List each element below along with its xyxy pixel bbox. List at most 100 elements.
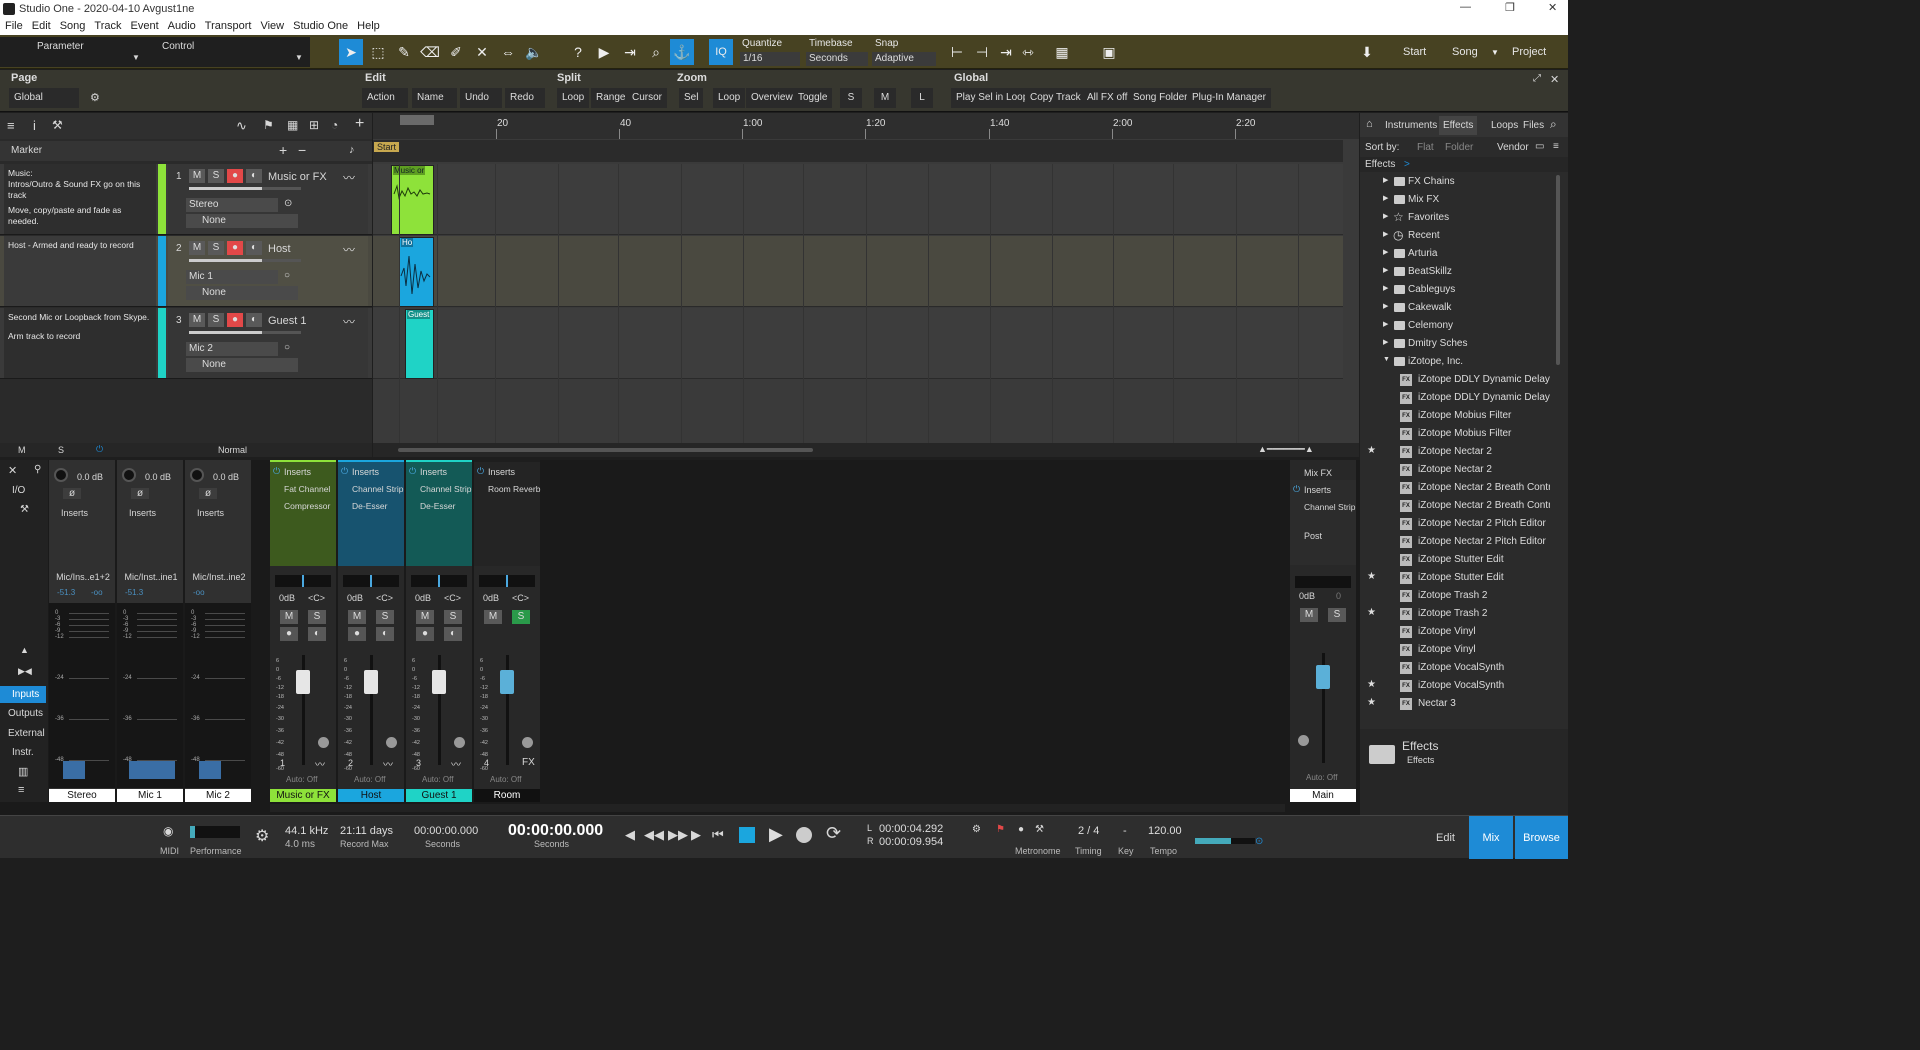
solo-button[interactable]: S [512, 610, 530, 624]
track-volume-bar[interactable] [189, 187, 301, 190]
global-solo-button[interactable]: S [58, 445, 64, 455]
sidebar-inputs[interactable]: Inputs [0, 686, 46, 703]
pin-mixer-icon[interactable]: ⚲ [34, 464, 41, 475]
io-button[interactable]: I/O [12, 485, 25, 496]
solo-button[interactable]: S [208, 169, 224, 183]
browser-item[interactable]: FX iZotope Mobius Filter [1360, 425, 1550, 443]
insert-slot-1[interactable]: Room Reverb [488, 484, 540, 494]
waveform-icon[interactable]: 〰 [343, 313, 355, 330]
lane[interactable] [373, 380, 1343, 443]
zoom-sel-button[interactable]: Sel [679, 88, 704, 108]
mute-button[interactable]: M [348, 610, 366, 624]
horizontal-scrollbar[interactable] [398, 448, 813, 452]
close-mixer-icon[interactable]: ✕ [8, 464, 17, 477]
track-input-dropdown[interactable]: Stereo [186, 198, 278, 212]
list-icon[interactable]: ≡ [1553, 141, 1559, 152]
arrange-view[interactable]: 20 40 1:00 1:20 1:40 2:00 2:20 Start Music or … [373, 113, 1359, 443]
inserts-power-icon[interactable]: ⏻ [409, 466, 416, 477]
inserts-power-icon[interactable]: ⏻ [477, 466, 484, 477]
tab-loops[interactable]: Loops [1491, 120, 1518, 131]
path-root[interactable]: Effects [1365, 159, 1395, 170]
channel-volume[interactable]: 0dB [483, 593, 499, 603]
menu-track[interactable]: Track [89, 18, 125, 32]
expand-icon[interactable]: ▶◀ [18, 666, 32, 677]
insert-slot-2[interactable]: De-Esser [352, 501, 387, 511]
stop-button[interactable] [739, 827, 755, 843]
fader-handle[interactable] [500, 670, 514, 694]
undo-button[interactable]: Undo [460, 88, 502, 108]
marker-add-icon[interactable]: + [279, 142, 287, 158]
waveform-icon[interactable]: 〰 [343, 169, 355, 186]
record-arm-button[interactable]: ● [280, 627, 298, 641]
close-icon[interactable]: ✕ [1548, 1, 1557, 14]
record-arm-button[interactable]: ● [227, 313, 243, 327]
collapsed-chevron-icon[interactable]: ▶ [1383, 212, 1388, 220]
rewind-icon[interactable]: ◀◀ [644, 827, 664, 843]
browser-item[interactable]: ★ FX iZotope Trash 2 [1360, 605, 1550, 623]
channel-pan[interactable]: <C> [444, 593, 461, 603]
menu-file[interactable]: File [0, 18, 27, 32]
insert-slot-1[interactable]: Channel Strip [352, 484, 404, 494]
collapsed-chevron-icon[interactable]: ▶ [1383, 284, 1388, 292]
key-value[interactable]: - [1123, 825, 1127, 837]
grid-view-icon[interactable]: ▦ [1050, 39, 1074, 65]
track-row[interactable]: Music: Intros/Outro & Sound FX go on thi… [0, 164, 372, 235]
loop-icon[interactable]: ⟳ [826, 823, 841, 844]
solo-button[interactable]: S [208, 313, 224, 327]
track-name[interactable]: Music or FX [268, 171, 327, 183]
solo-button[interactable]: S [376, 610, 394, 624]
menu-event[interactable]: Event [126, 18, 163, 32]
automation-mode[interactable]: Auto: Off [490, 775, 521, 784]
send-knob-icon[interactable] [522, 737, 533, 748]
all-fx-off-button[interactable]: All FX off [1082, 88, 1133, 108]
insert-slot-1[interactable]: Channel Strip [1304, 502, 1356, 512]
upload-icon[interactable]: ⬇ [1355, 39, 1379, 65]
fader-handle[interactable] [1316, 665, 1330, 689]
browser-item[interactable]: ▶ Dmitry Sches [1360, 335, 1550, 353]
browser-item[interactable]: FX iZotope Nectar 2 Breath Contr [1360, 497, 1550, 515]
wrench-icon[interactable]: ⚒ [52, 118, 63, 132]
collapse-icon[interactable]: ▭ [1535, 141, 1544, 152]
browser-item[interactable]: FX iZotope Mobius Filter [1360, 407, 1550, 425]
song-button[interactable]: Song [1452, 46, 1478, 58]
browser-item[interactable]: FX iZotope VocalSynth [1360, 659, 1550, 677]
video-icon[interactable]: ▣ [1097, 39, 1121, 65]
sort-flat[interactable]: Flat [1417, 142, 1434, 153]
send-knob-icon[interactable] [318, 737, 329, 748]
gain-knob-icon[interactable] [190, 468, 204, 482]
mixer-scrollbar[interactable] [270, 804, 1285, 812]
browser-item[interactable]: ★ FX iZotope VocalSynth [1360, 677, 1550, 695]
timing-value[interactable]: 2 / 4 [1078, 825, 1099, 837]
snap-dropdown[interactable]: Adaptive [872, 52, 936, 66]
name-button[interactable]: Name [412, 88, 457, 108]
seconds-big[interactable]: 00:00:00.000 [508, 822, 603, 840]
record-arm-button[interactable]: ● [227, 241, 243, 255]
browser-item[interactable]: FX iZotope Vinyl [1360, 641, 1550, 659]
browser-item[interactable]: FX iZotope Nectar 2 Pitch Editor [1360, 515, 1550, 533]
channel-volume[interactable]: 0dB [415, 593, 431, 603]
loop-right-time[interactable]: 00:00:09.954 [879, 836, 943, 848]
zoom-s-button[interactable]: S [840, 88, 862, 108]
track-grid-icon[interactable]: ▦ [287, 118, 298, 132]
zoom-l-button[interactable]: L [911, 88, 933, 108]
home-icon[interactable]: ⌂ [1366, 118, 1373, 130]
mute-button[interactable]: M [189, 313, 205, 327]
tab-files[interactable]: Files [1523, 120, 1544, 131]
browser-item[interactable]: ★ FX iZotope Stutter Edit [1360, 569, 1550, 587]
input-monitor-icon[interactable]: ○ [284, 342, 290, 353]
collapsed-chevron-icon[interactable]: ▶ [1383, 266, 1388, 274]
lane[interactable] [373, 236, 1343, 307]
project-button[interactable]: Project [1512, 46, 1546, 58]
favorite-star-icon[interactable]: ★ [1367, 679, 1376, 690]
power-icon[interactable]: ⏻ [96, 444, 103, 455]
maximize-icon[interactable]: ❐ [1505, 1, 1515, 14]
inserts-label[interactable]: Inserts [420, 467, 447, 477]
split-range-button[interactable]: Range [591, 88, 631, 108]
collapsed-chevron-icon[interactable]: ▶ [1383, 194, 1388, 202]
range-tool-icon[interactable]: ⬚ [366, 39, 390, 65]
main-pan[interactable]: 0 [1336, 591, 1341, 601]
mute-button[interactable]: M [1300, 608, 1318, 622]
eraser-tool-icon[interactable]: ⌫ [418, 39, 442, 65]
insert-slot-2[interactable]: De-Esser [420, 501, 455, 511]
input-monitor-icon[interactable]: ○ [284, 270, 290, 281]
